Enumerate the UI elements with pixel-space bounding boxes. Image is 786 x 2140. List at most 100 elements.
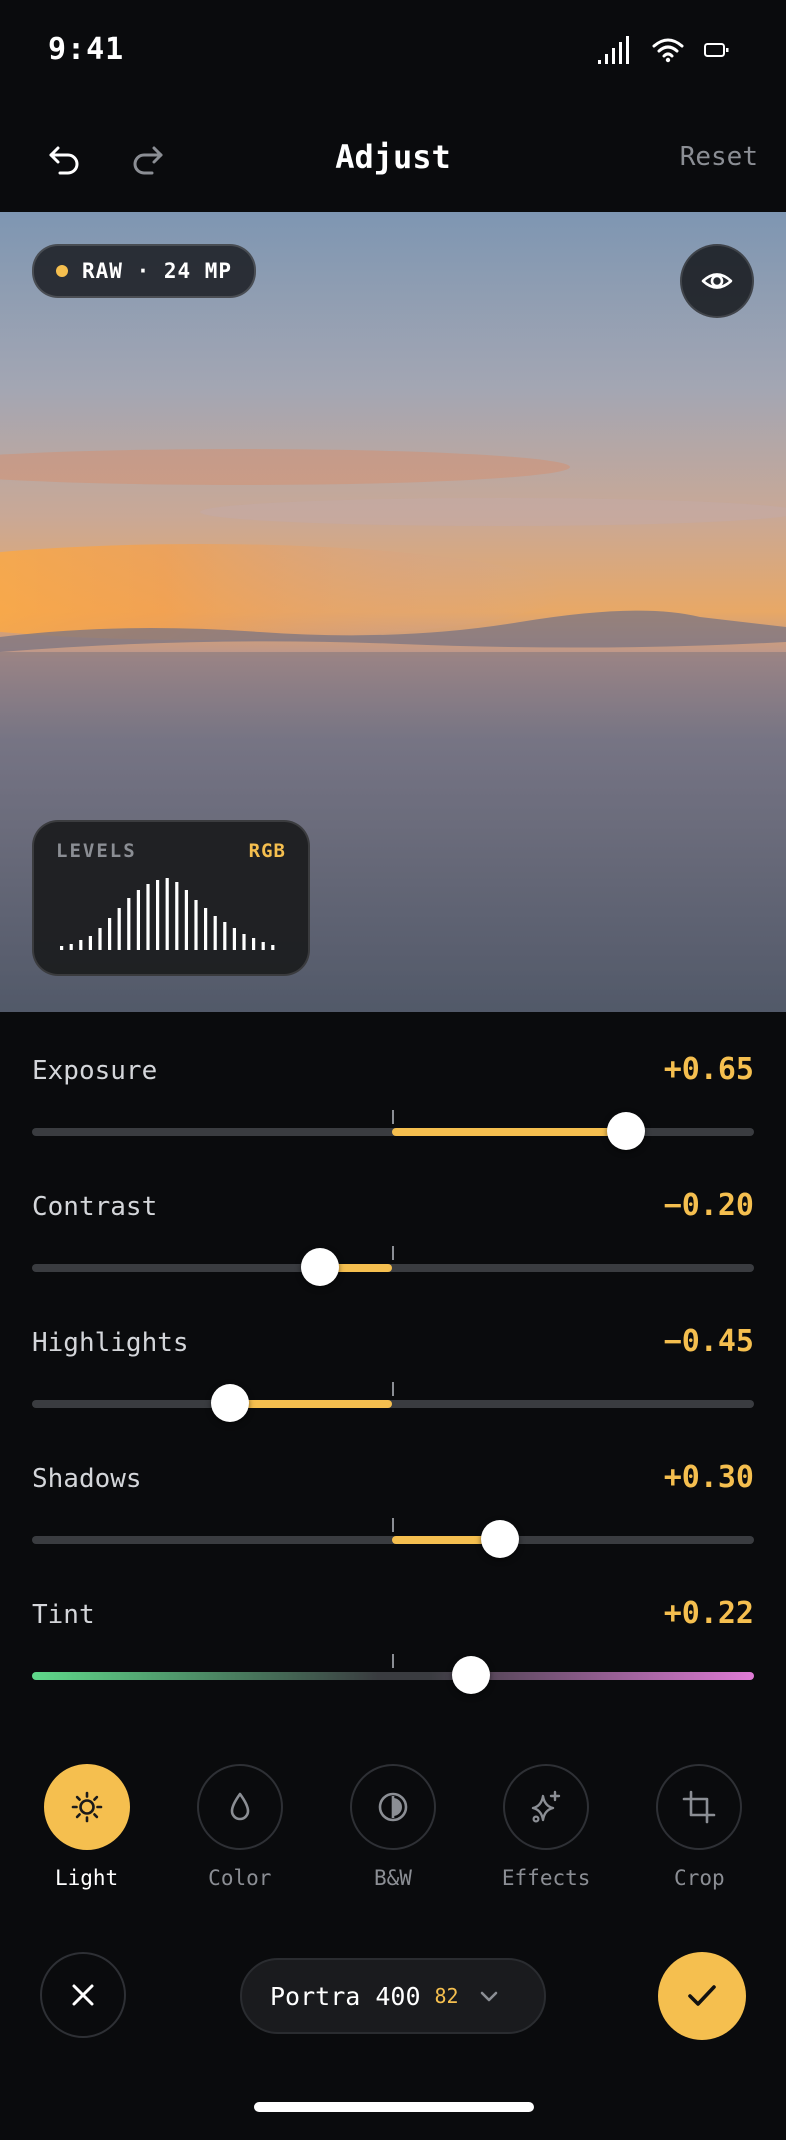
sparkles-icon [531,1790,561,1823]
histogram-bar [79,940,83,950]
chevron-down-icon [480,1991,497,2002]
reset-button[interactable]: Reset [680,142,758,172]
histogram-bar [194,900,198,950]
slider-thumb[interactable] [301,1248,339,1286]
histogram-bar [156,880,160,950]
tab-effects[interactable]: Effects [486,1764,606,1890]
slider-fill [230,1400,392,1408]
levels-mode[interactable]: RGB [249,840,286,862]
slider-track[interactable] [32,1384,754,1422]
drop-icon [230,1792,250,1821]
preset-selector[interactable]: Portra 400 82 [240,1958,546,2034]
slider-shadows: Shadows +0.30 [32,1448,754,1584]
levels-label: LEVELS [56,840,137,862]
slider-label: Highlights [32,1328,189,1358]
tab-bw[interactable]: B&W [333,1764,453,1890]
histogram-graphic [60,878,275,950]
histogram-bar [98,928,102,950]
histogram-bar [175,882,179,950]
slider-thumb[interactable] [607,1112,645,1150]
tool-label: Effects [501,1866,591,1890]
slider-label: Contrast [32,1192,158,1222]
histogram-bar [136,890,140,950]
status-bar: 9:41 [0,0,786,100]
histogram-bar [213,916,217,950]
slider-value: −0.45 [663,1324,754,1359]
histogram-bar [261,942,265,950]
tool-tabs: Light Color B&W Effects Crop [0,1764,786,1890]
tab-light[interactable]: Light [27,1764,147,1890]
center-tick [392,1654,394,1668]
close-icon [72,1984,94,2006]
page-title: Adjust [335,138,451,176]
slider-fill [392,1128,626,1136]
compare-button[interactable] [680,244,754,318]
wifi-icon [652,38,684,63]
histogram-bar [223,922,227,950]
histogram-bar [60,946,64,950]
raw-badge: RAW · 24 MP [32,244,257,298]
slider-label: Exposure [32,1056,158,1086]
sun-icon [71,1791,102,1823]
slider-label: Shadows [32,1464,142,1494]
slider-exposure: Exposure +0.65 [32,1040,754,1176]
slider-contrast: Contrast −0.20 [32,1176,754,1312]
histogram-bar [184,890,188,950]
raw-badge-label: RAW · 24 MP [82,259,233,283]
histogram-bar [232,928,236,950]
tool-button[interactable] [503,1764,590,1850]
histogram-bar [146,884,150,950]
preset-name: Portra 400 [270,1981,421,2011]
tool-label: Crop [674,1866,725,1890]
slider-value: −0.20 [663,1188,754,1223]
slider-track[interactable] [32,1112,754,1150]
signal-icon [598,36,629,64]
status-dot [56,265,68,277]
histogram-bar [165,878,169,950]
histogram-bar [242,934,246,950]
histogram-bar [271,945,275,950]
histogram-bar [252,938,256,950]
histogram-bar [117,908,121,950]
slider-value: +0.22 [663,1596,754,1631]
levels-histogram-panel: LEVELS RGB [32,820,310,976]
eye-icon [701,273,733,289]
slider-thumb[interactable] [211,1384,249,1422]
battery-icon [704,43,729,57]
tool-button[interactable] [43,1764,130,1850]
histogram-bar [108,918,112,950]
slider-tint: Tint +0.22 [32,1584,754,1720]
histogram-bar [88,936,92,950]
tool-button[interactable] [656,1764,743,1850]
center-tick [392,1518,394,1532]
tool-button[interactable] [196,1764,283,1850]
tool-button[interactable] [349,1764,436,1850]
center-tick [392,1110,394,1124]
slider-value: +0.30 [663,1460,754,1495]
histogram-bar [69,944,73,950]
slider-thumb[interactable] [481,1520,519,1558]
status-icons [598,36,730,64]
adjustment-sliders: Exposure +0.65 Contrast −0.20 Highlights −0.4… [32,1040,754,1720]
status-time: 9:41 [48,32,125,67]
confirm-button[interactable] [658,1952,746,2040]
center-tick [392,1382,394,1396]
histogram-bar [204,908,208,950]
tool-label: Color [208,1866,272,1890]
slider-track[interactable] [32,1520,754,1558]
slider-value: +0.65 [663,1052,754,1087]
preset-strength: 82 [434,1984,459,2008]
slider-track[interactable] [32,1248,754,1286]
tool-label: Light [54,1866,119,1890]
home-indicator [254,2102,534,2112]
photo-preview[interactable]: RAW · 24 MP LEVELS RGB [0,212,786,1012]
tab-color[interactable]: Color [180,1764,300,1890]
cancel-button[interactable] [40,1952,126,2038]
tab-crop[interactable]: Crop [639,1764,759,1890]
slider-track[interactable] [32,1656,754,1694]
histogram-bar [127,898,131,950]
tool-label: B&W [374,1866,412,1890]
checkmark-icon [688,1985,716,2006]
header-bar: Adjust Reset [0,120,786,200]
slider-thumb[interactable] [452,1656,491,1694]
